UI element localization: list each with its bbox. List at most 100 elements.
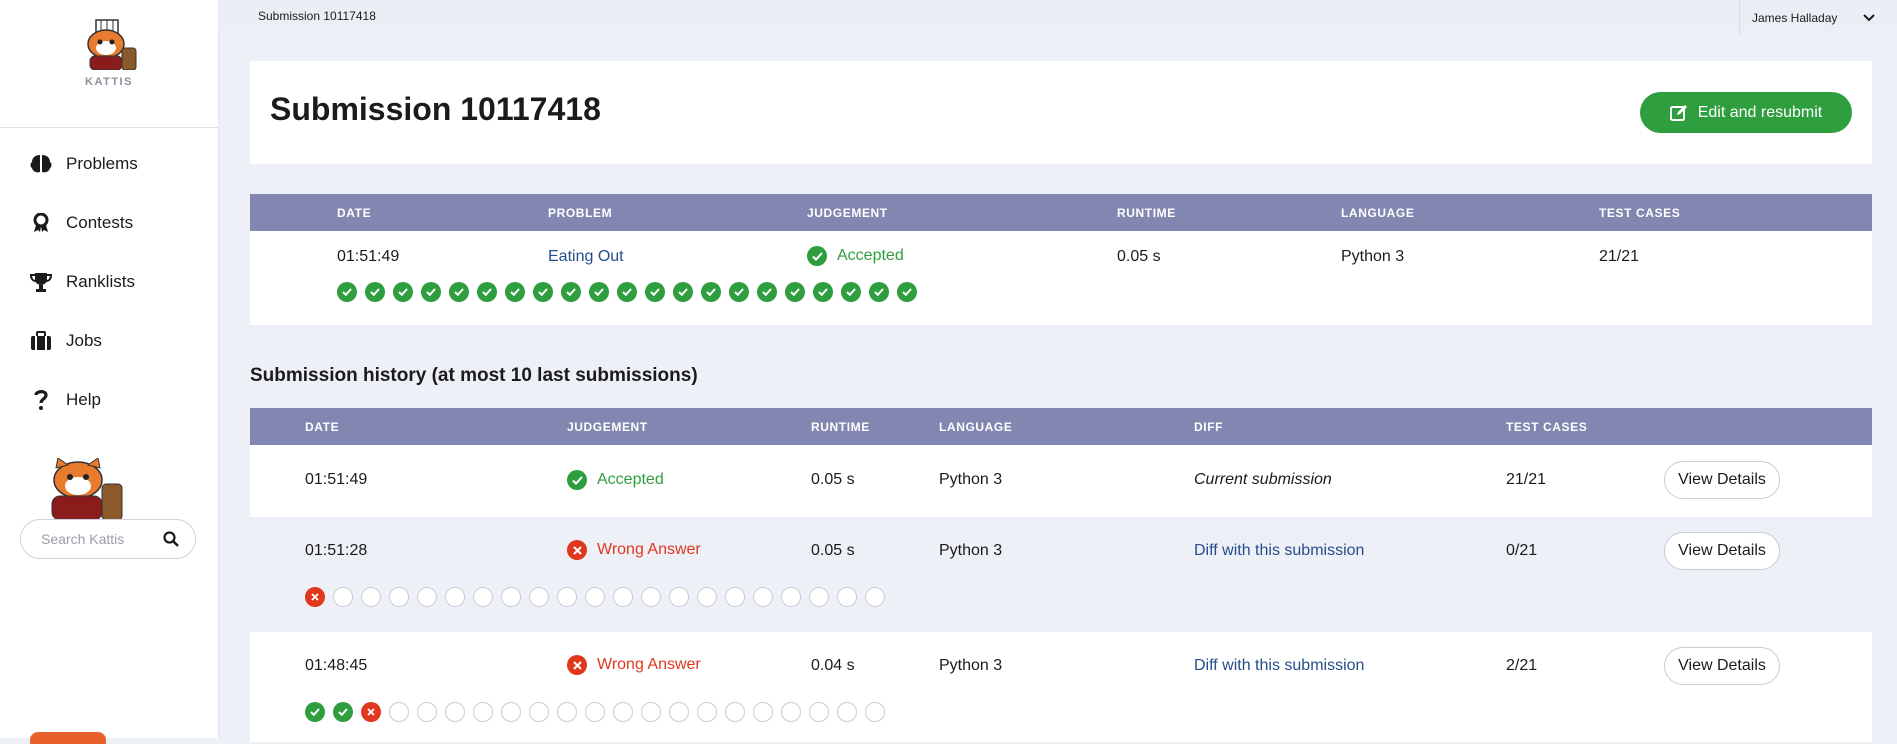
logo-text: KATTIS xyxy=(85,76,133,88)
test-case-none-icon xyxy=(473,587,493,607)
sidebar-item-label: Jobs xyxy=(66,330,102,350)
submission-date: 01:51:49 xyxy=(337,248,400,265)
test-case-pass-icon xyxy=(477,282,497,302)
test-case-none-icon xyxy=(389,587,409,607)
test-case-none-icon xyxy=(753,702,773,722)
sidebar-item-ranklists[interactable]: Ranklists xyxy=(0,252,218,311)
history-test-cases: 0/21 xyxy=(1506,542,1538,559)
x-circle-icon xyxy=(567,655,587,675)
col-language: LANGUAGE xyxy=(939,420,1013,434)
history-table-header: DATE JUDGEMENT RUNTIME LANGUAGE DIFF TES… xyxy=(250,408,1872,445)
test-case-none-icon xyxy=(697,702,717,722)
col-runtime: RUNTIME xyxy=(1117,206,1176,220)
test-case-fail-icon xyxy=(361,702,381,722)
sidebar-item-problems[interactable]: Problems xyxy=(0,134,218,193)
check-circle-icon xyxy=(567,470,587,490)
test-case-pass-icon xyxy=(729,282,749,302)
search-icon[interactable] xyxy=(163,531,179,547)
test-case-pass-icon xyxy=(393,282,413,302)
test-case-none-icon xyxy=(669,702,689,722)
test-case-none-icon xyxy=(725,587,745,607)
test-case-none-icon xyxy=(585,587,605,607)
test-case-pass-icon xyxy=(813,282,833,302)
problem-link[interactable]: Eating Out xyxy=(548,248,624,266)
edit-resubmit-button[interactable]: Edit and resubmit xyxy=(1640,92,1852,133)
test-case-none-icon xyxy=(585,702,605,722)
test-case-none-icon xyxy=(837,702,857,722)
view-details-button[interactable]: View Details xyxy=(1664,647,1780,685)
test-case-none-icon xyxy=(333,587,353,607)
test-case-none-icon xyxy=(809,702,829,722)
brain-icon xyxy=(30,153,52,175)
user-name: James Halladay xyxy=(1752,10,1838,25)
test-case-none-icon xyxy=(473,702,493,722)
test-case-none-icon xyxy=(781,702,801,722)
main-nav: Problems Contests Ranklists Jobs Help xyxy=(0,134,218,429)
summary-row: 01:51:49 Eating Out Accepted 0.05 s Pyth… xyxy=(250,231,1872,325)
kattis-logo[interactable] xyxy=(78,18,140,70)
history-language: Python 3 xyxy=(939,471,1003,488)
test-case-pass-icon xyxy=(897,282,917,302)
test-case-none-icon xyxy=(361,587,381,607)
test-case-none-icon xyxy=(781,587,801,607)
test-case-pass-icon xyxy=(533,282,553,302)
sidebar: KATTIS Problems Contests Ranklists Jobs xyxy=(0,0,219,744)
mascot-image xyxy=(51,458,123,520)
test-case-pass-icon xyxy=(869,282,889,302)
feedback-tab[interactable] xyxy=(30,732,106,744)
test-case-none-icon xyxy=(697,587,717,607)
award-icon xyxy=(30,212,52,234)
sidebar-item-label: Problems xyxy=(66,153,138,173)
history-language: Python 3 xyxy=(939,542,1003,559)
history-date: 01:48:45 xyxy=(305,657,368,674)
history-judgement: Wrong Answer xyxy=(567,540,701,560)
col-date: DATE xyxy=(305,420,340,434)
summary-table-header: DATE PROBLEM JUDGEMENT RUNTIME LANGUAGE … xyxy=(250,194,1872,231)
test-case-pass-icon xyxy=(421,282,441,302)
col-problem: PROBLEM xyxy=(548,206,613,220)
runtime-value: 0.05 s xyxy=(1117,248,1161,265)
col-test-cases: TEST CASES xyxy=(1506,420,1588,434)
sidebar-item-help[interactable]: Help xyxy=(0,370,218,429)
test-case-results xyxy=(305,587,893,607)
check-circle-icon xyxy=(807,246,827,266)
judgement-label: Wrong Answer xyxy=(597,541,701,558)
test-case-none-icon xyxy=(529,702,549,722)
history-row: 01:48:45 Wrong Answer 0.04 s Python 3 Di… xyxy=(250,632,1872,742)
test-case-none-icon xyxy=(613,702,633,722)
sidebar-item-contests[interactable]: Contests xyxy=(0,193,218,252)
test-case-pass-icon xyxy=(785,282,805,302)
resubmit-label: Edit and resubmit xyxy=(1697,103,1823,121)
col-date: DATE xyxy=(337,206,372,220)
user-menu[interactable]: James Halladay xyxy=(1739,0,1897,35)
test-case-none-icon xyxy=(725,702,745,722)
logo-area[interactable]: KATTIS xyxy=(0,0,218,128)
history-language: Python 3 xyxy=(939,657,1003,674)
judgement-label: Accepted xyxy=(837,247,904,264)
test-case-pass-icon xyxy=(365,282,385,302)
history-runtime: 0.05 s xyxy=(811,542,855,559)
test-case-none-icon xyxy=(557,702,577,722)
page-title: Submission 10117418 xyxy=(270,91,601,127)
test-case-pass-icon xyxy=(337,282,357,302)
sidebar-item-jobs[interactable]: Jobs xyxy=(0,311,218,370)
history-row: 01:51:49 Accepted 0.05 s Python 3 Curren… xyxy=(250,445,1872,517)
history-runtime: 0.05 s xyxy=(811,471,855,488)
col-runtime: RUNTIME xyxy=(811,420,870,434)
diff-link[interactable]: Diff with this submission xyxy=(1194,657,1364,675)
history-test-cases: 21/21 xyxy=(1506,471,1547,488)
view-details-button[interactable]: View Details xyxy=(1664,461,1780,499)
test-case-none-icon xyxy=(865,587,885,607)
history-judgement: Accepted xyxy=(567,470,664,490)
test-case-none-icon xyxy=(669,587,689,607)
test-case-pass-icon xyxy=(673,282,693,302)
header-card: Submission 10117418 Edit and resubmit xyxy=(250,61,1872,164)
judgement-label: Accepted xyxy=(597,471,664,488)
breadcrumb: Submission 10117418 xyxy=(258,9,376,23)
search-input[interactable] xyxy=(39,530,153,548)
diff-link[interactable]: Diff with this submission xyxy=(1194,542,1364,560)
trophy-icon xyxy=(30,271,52,293)
sidebar-item-label: Ranklists xyxy=(66,271,135,291)
search-box[interactable] xyxy=(20,519,196,559)
view-details-button[interactable]: View Details xyxy=(1664,532,1780,570)
